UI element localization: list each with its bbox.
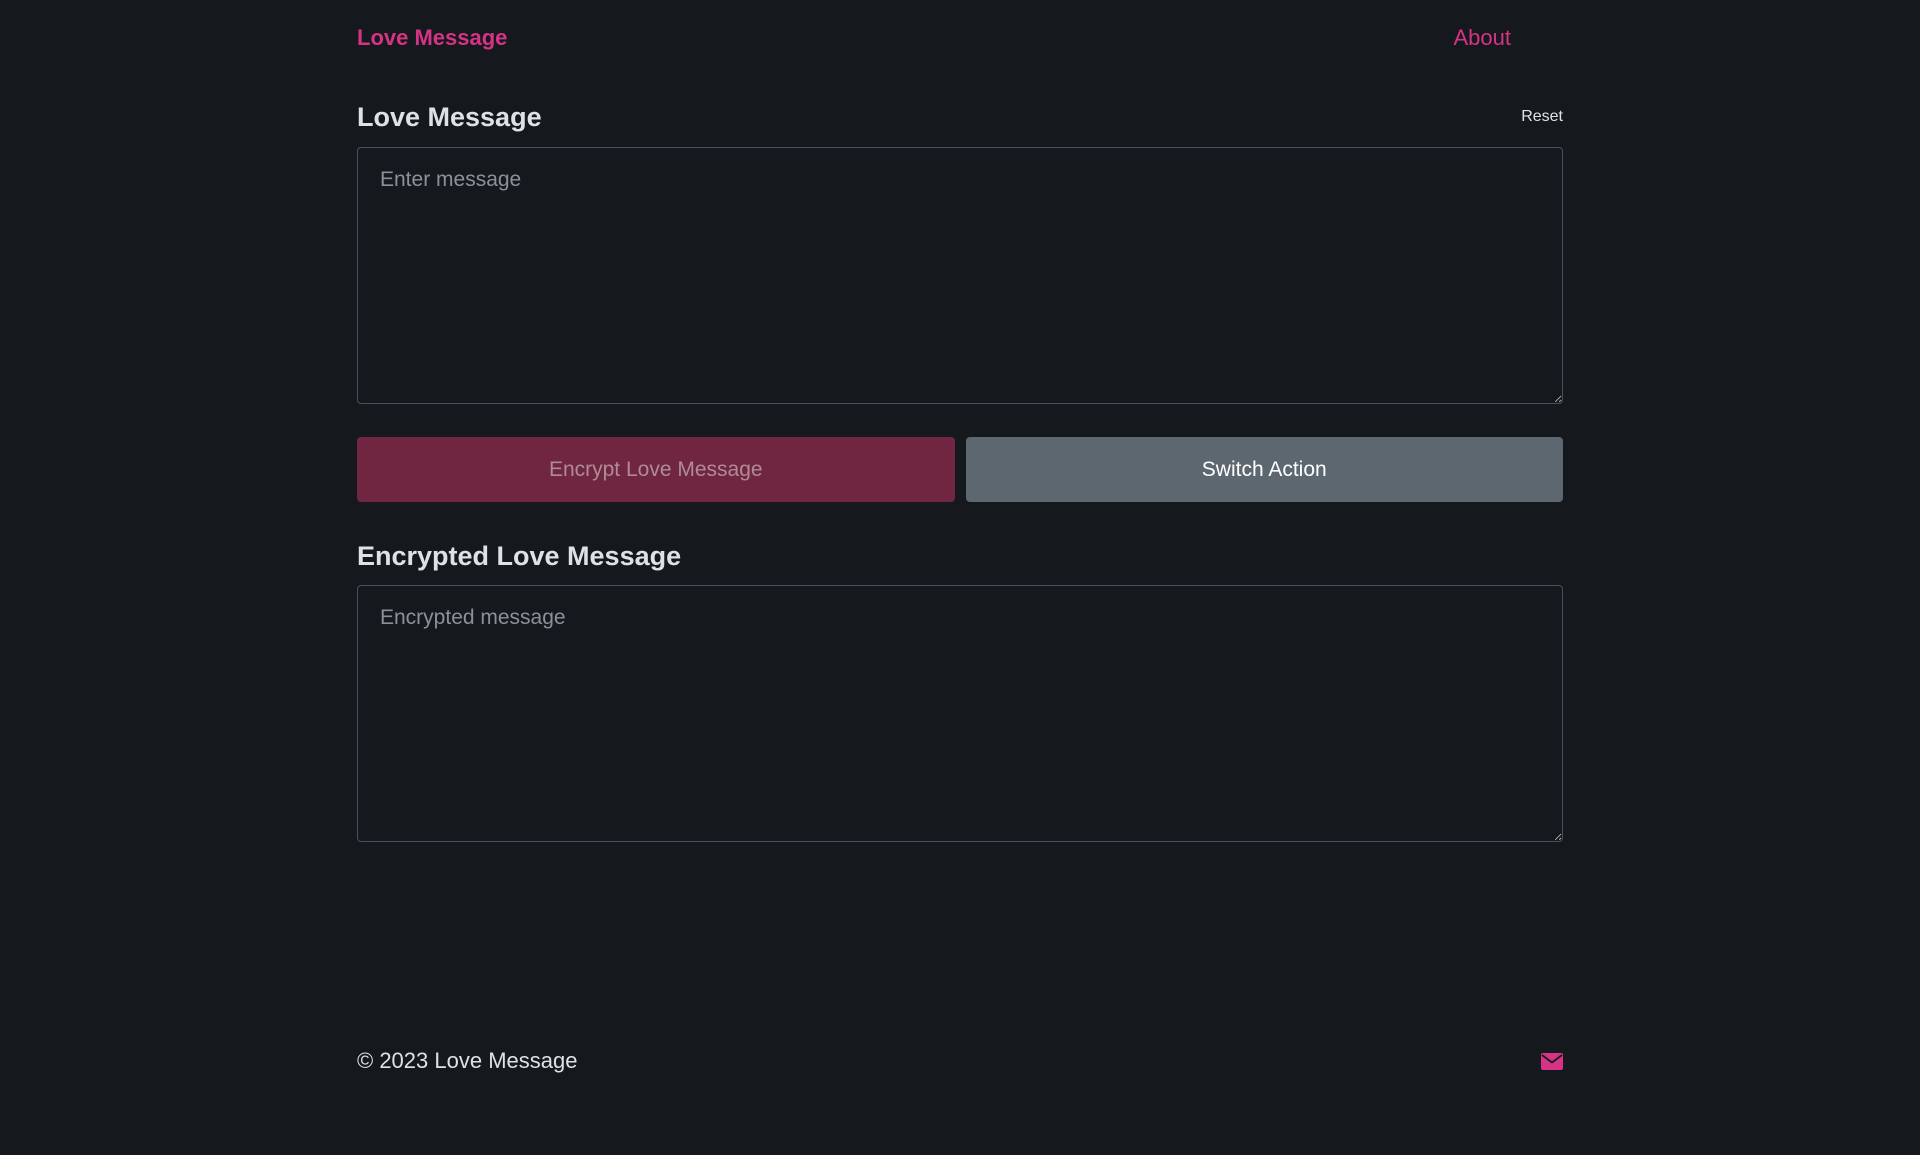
contact-email-link[interactable]: [1541, 1052, 1563, 1070]
encrypt-button[interactable]: Encrypt Love Message: [357, 437, 955, 502]
navbar: Love Message About: [357, 0, 1563, 76]
moon-icon: [1546, 30, 1554, 46]
copyright-text: © 2023 Love Message: [357, 1048, 578, 1073]
page: Love Message About Love Message Reset En…: [0, 0, 1920, 1155]
theme-toggle-button[interactable]: [1541, 27, 1563, 49]
output-section-title: Encrypted Love Message: [357, 540, 682, 571]
nav-right: About: [1454, 25, 1564, 51]
envelope-icon: [1541, 1052, 1563, 1070]
switch-action-button[interactable]: Switch Action: [965, 437, 1563, 502]
about-link[interactable]: About: [1454, 25, 1512, 51]
footer: © 2023 Love Message: [357, 1040, 1563, 1082]
input-section-title: Love Message: [357, 101, 542, 132]
main-container: Love Message About Love Message Reset En…: [357, 0, 1563, 1155]
message-input[interactable]: [357, 147, 1563, 404]
reset-button[interactable]: Reset: [1521, 108, 1563, 126]
output-section-header: Encrypted Love Message: [357, 535, 1563, 577]
action-buttons: Encrypt Love Message Switch Action: [357, 437, 1563, 502]
encrypted-output[interactable]: [357, 585, 1563, 842]
input-section-header: Love Message Reset: [357, 96, 1563, 138]
brand-link[interactable]: Love Message: [357, 25, 507, 51]
